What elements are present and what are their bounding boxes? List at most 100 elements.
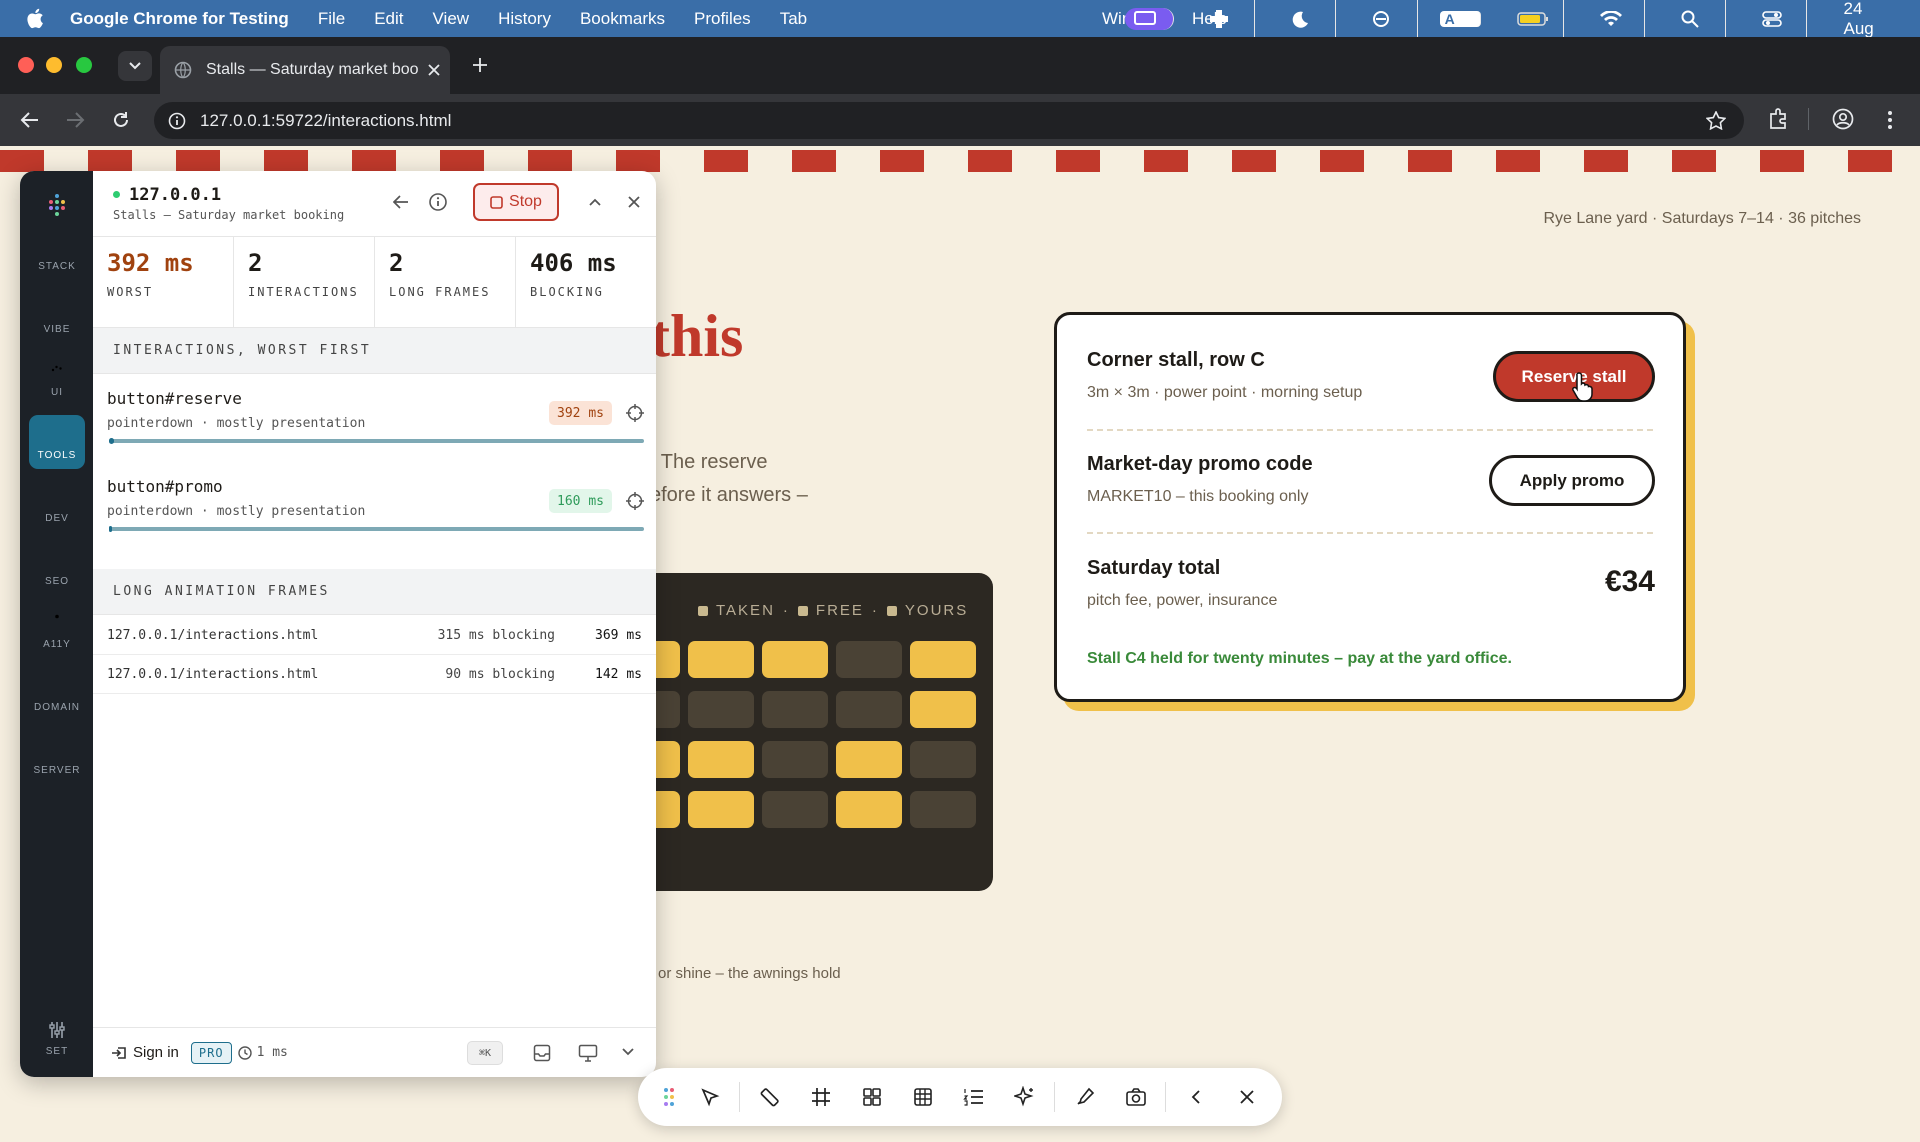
chevron-down-icon[interactable] xyxy=(621,1047,635,1057)
stop-recording-button[interactable]: Stop xyxy=(473,183,559,221)
command-palette-shortcut[interactable]: ⌘K xyxy=(467,1041,503,1065)
menu-bookmarks[interactable]: Bookmarks xyxy=(580,9,665,29)
back-icon[interactable] xyxy=(20,111,40,129)
rail-item-server[interactable]: SERVER xyxy=(29,730,85,784)
ruler-icon[interactable] xyxy=(744,1077,795,1117)
grip-icon[interactable] xyxy=(654,1077,684,1117)
tab-active[interactable]: Stalls — Saturday market booking xyxy=(160,46,450,94)
table-icon[interactable] xyxy=(897,1077,948,1117)
eyedropper-icon[interactable] xyxy=(1059,1077,1110,1117)
stall-cell-taken[interactable] xyxy=(688,641,754,678)
address-bar[interactable]: 127.0.0.1:59722/interactions.html xyxy=(154,102,1744,139)
extensions-icon[interactable] xyxy=(1767,108,1789,130)
interaction-row[interactable]: button#reserve pointerdown · mostly pres… xyxy=(93,375,656,463)
collapse-up-icon[interactable] xyxy=(584,191,606,213)
menu-app-name[interactable]: Google Chrome for Testing xyxy=(70,9,289,29)
frame-blocking: 90 ms blocking xyxy=(445,666,555,682)
profile-icon[interactable] xyxy=(1832,108,1854,130)
battery-icon[interactable] xyxy=(1503,0,1564,39)
ordered-list-icon[interactable] xyxy=(948,1077,999,1117)
stall-cell-free[interactable] xyxy=(762,791,828,828)
sparkle-icon[interactable] xyxy=(999,1077,1050,1117)
close-tab-icon[interactable] xyxy=(428,64,440,76)
close-window-button[interactable] xyxy=(18,57,34,73)
select-pointer-icon[interactable] xyxy=(684,1077,735,1117)
close-toolbar-icon[interactable] xyxy=(1221,1077,1272,1117)
stall-cell-taken[interactable] xyxy=(836,791,902,828)
menu-tab[interactable]: Tab xyxy=(780,9,807,29)
duration-bar xyxy=(109,526,644,532)
inbox-icon[interactable] xyxy=(533,1044,551,1062)
pro-badge[interactable]: PRO xyxy=(190,1041,232,1064)
close-panel-icon[interactable] xyxy=(623,191,645,213)
chevron-left-icon[interactable] xyxy=(1170,1077,1221,1117)
apple-icon[interactable] xyxy=(26,8,46,30)
frame-row[interactable]: 127.0.0.1/interactions.html 90 ms blocki… xyxy=(93,655,656,694)
info-icon[interactable] xyxy=(427,191,449,213)
stall-cell-free[interactable] xyxy=(688,691,754,728)
camera-icon[interactable] xyxy=(1110,1077,1161,1117)
rail-item-a11y[interactable]: A11Y xyxy=(29,604,85,658)
stall-cell-free[interactable] xyxy=(762,691,828,728)
stall-cell-taken[interactable] xyxy=(762,641,828,678)
tab-search-button[interactable] xyxy=(118,51,152,81)
menu-file[interactable]: File xyxy=(318,9,345,29)
maximize-window-button[interactable] xyxy=(76,57,92,73)
site-info-icon[interactable] xyxy=(168,112,186,130)
moon-icon[interactable] xyxy=(1277,0,1337,40)
rail-item-tools[interactable]: TOOLS xyxy=(29,415,85,469)
crosshair-icon[interactable] xyxy=(626,492,644,510)
screen-cast-icon[interactable] xyxy=(578,1044,598,1062)
url-text[interactable]: 127.0.0.1:59722/interactions.html xyxy=(200,111,451,131)
frame-grid-icon[interactable] xyxy=(795,1077,846,1117)
menu-view[interactable]: View xyxy=(433,9,470,29)
rail-item-domain[interactable]: DOMAIN xyxy=(29,667,85,721)
spotlight-search-icon[interactable] xyxy=(1667,0,1727,40)
crosshair-icon[interactable] xyxy=(626,404,644,422)
control-center-icon[interactable] xyxy=(1748,0,1808,40)
stall-cell-free[interactable] xyxy=(762,741,828,778)
menu-edit[interactable]: Edit xyxy=(374,9,403,29)
menu-history[interactable]: History xyxy=(498,9,551,29)
rail-item-dev[interactable]: DEV xyxy=(29,478,85,532)
menu-profiles[interactable]: Profiles xyxy=(694,9,751,29)
toolbar-divider xyxy=(1808,108,1809,130)
stall-cell-taken[interactable] xyxy=(836,741,902,778)
stall-cell-free[interactable] xyxy=(910,741,976,778)
reload-icon[interactable] xyxy=(111,110,131,130)
minimize-window-button[interactable] xyxy=(46,57,62,73)
sync-icon[interactable] xyxy=(1358,0,1418,40)
frame-row[interactable]: 127.0.0.1/interactions.html 315 ms block… xyxy=(93,616,656,655)
stall-cell-free[interactable] xyxy=(910,791,976,828)
rail-item-ui[interactable]: UI xyxy=(29,352,85,406)
forward-icon[interactable] xyxy=(65,111,85,129)
sign-in-button[interactable]: Sign in xyxy=(111,1044,179,1061)
stall-cell-taken[interactable] xyxy=(910,691,976,728)
stall-cell-taken[interactable] xyxy=(910,641,976,678)
interaction-row[interactable]: button#promo pointerdown · mostly presen… xyxy=(93,463,656,551)
kebab-menu-icon[interactable] xyxy=(1887,110,1893,130)
chevron-down-icon xyxy=(129,62,141,70)
stall-cell-free[interactable] xyxy=(836,691,902,728)
bookmark-star-icon[interactable] xyxy=(1706,111,1726,130)
input-source-badge[interactable]: A xyxy=(1439,10,1481,27)
apply-promo-button[interactable]: Apply promo xyxy=(1489,455,1655,506)
new-tab-icon[interactable] xyxy=(472,57,488,73)
globe-icon xyxy=(174,61,192,79)
rail-item-seo[interactable]: SEO xyxy=(29,541,85,595)
rail-item-vibe[interactable]: VIBE xyxy=(29,289,85,343)
wifi-icon[interactable] xyxy=(1586,0,1646,39)
host-subtitle: Stalls — Saturday market booking xyxy=(113,208,345,222)
stall-cell-taken[interactable] xyxy=(688,741,754,778)
stall-cell-taken[interactable] xyxy=(688,791,754,828)
back-arrow-icon[interactable] xyxy=(390,191,412,213)
medical-cross-icon[interactable] xyxy=(1196,0,1256,40)
duration-badge: 160 ms xyxy=(549,489,612,513)
layout-grid-icon[interactable] xyxy=(846,1077,897,1117)
screen-share-icon[interactable] xyxy=(1124,7,1175,30)
toolbar-separator xyxy=(739,1082,740,1112)
booking-card: Corner stall, row C 3m × 3m · power poin… xyxy=(1054,312,1686,702)
rail-settings[interactable]: SET xyxy=(29,1011,85,1065)
rail-item-stack[interactable]: STACK xyxy=(29,226,85,280)
stall-cell-free[interactable] xyxy=(836,641,902,678)
